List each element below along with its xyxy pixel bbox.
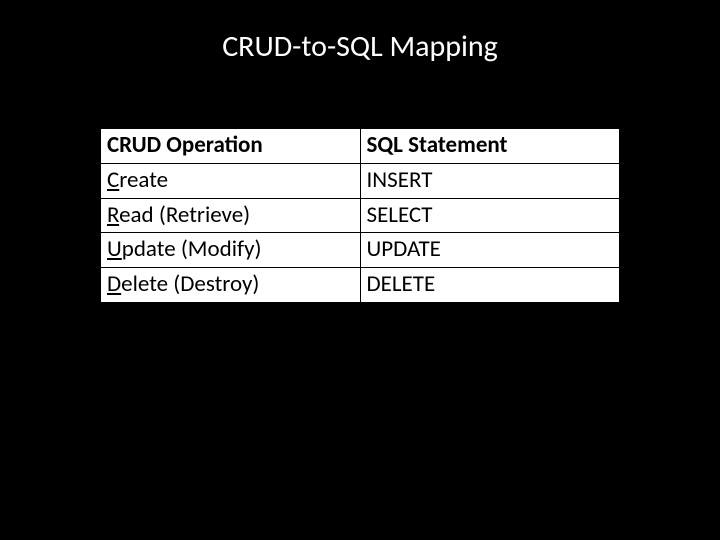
header-sql-statement: SQL Statement [360,129,620,164]
table-row: Update (Modify) UPDATE [101,233,620,268]
footer: For complete documentation, see: http: /… [0,473,720,522]
mapping-table-wrap: CRUD Operation SQL Statement Create INSE… [100,128,620,303]
table-header-row: CRUD Operation SQL Statement [101,129,620,164]
cell-sql: UPDATE [360,233,620,268]
crud-rest: elete (Destroy) [121,270,259,298]
cell-crud-op: Update (Modify) [101,233,361,268]
footer-lead: For complete documentation, see: [228,473,493,496]
cell-crud-op: Delete (Destroy) [101,268,361,303]
table-row: Read (Retrieve) SELECT [101,198,620,233]
crud-initial: R [107,201,119,229]
cell-sql: INSERT [360,163,620,198]
mapping-table: CRUD Operation SQL Statement Create INSE… [100,128,620,303]
crud-initial: D [107,270,121,298]
table-row: Delete (Destroy) DELETE [101,268,620,303]
crud-initial: C [107,166,119,194]
cell-sql: SELECT [360,198,620,233]
crud-rest: pdate (Modify) [122,235,262,263]
cell-crud-op: Create [101,163,361,198]
cell-crud-op: Read (Retrieve) [101,198,361,233]
crud-rest: ead (Retrieve) [119,201,250,229]
crud-rest: reate [119,166,168,194]
slide: CRUD-to-SQL Mapping CRUD Operation SQL S… [0,0,720,540]
header-crud-operation: CRUD Operation [101,129,361,164]
crud-initial: U [107,235,122,263]
documentation-link[interactable]: http: //dev. mysql. com/doc/refman/5. 5/… [53,497,668,520]
cell-sql: DELETE [360,268,620,303]
table-row: Create INSERT [101,163,620,198]
page-title: CRUD-to-SQL Mapping [0,28,720,65]
